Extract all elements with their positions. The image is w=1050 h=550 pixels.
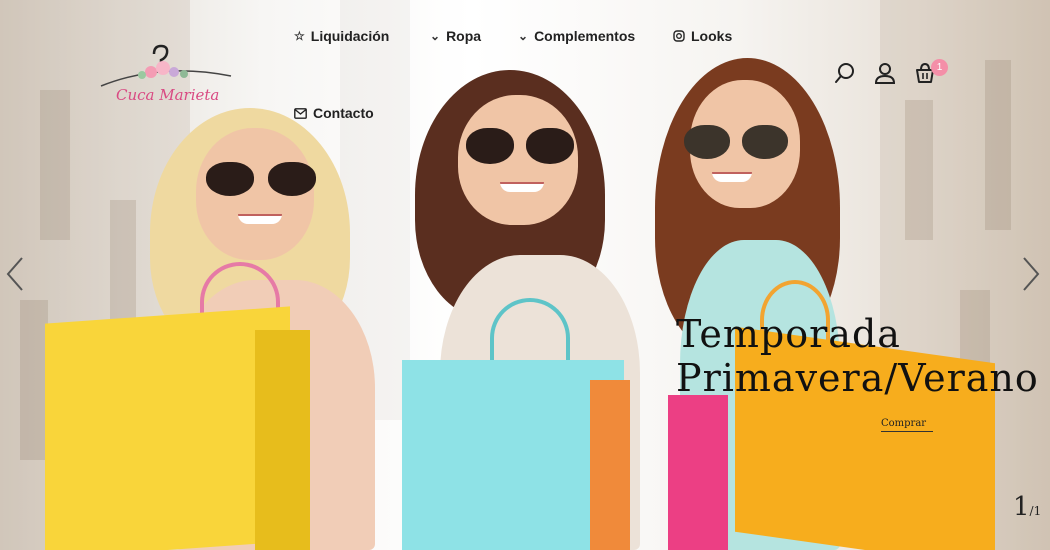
nav-label: Liquidación [310, 28, 390, 44]
nav-label: Looks [691, 28, 733, 44]
slider-next-arrow-icon[interactable] [1020, 256, 1042, 292]
nav-item-liquidacion[interactable]: ☆ Liquidación [294, 28, 389, 44]
star-icon: ☆ [294, 29, 305, 43]
envelope-icon [294, 107, 307, 119]
pager-current: 1 [1013, 492, 1030, 522]
search-icon[interactable] [834, 62, 856, 84]
slide-pager: 1/1 [1013, 492, 1041, 522]
chevron-down-icon: ⌄ [518, 29, 529, 43]
shop-now-button[interactable]: Comprar [881, 418, 933, 432]
nav-label: Contacto [313, 105, 374, 121]
nav-item-contacto[interactable]: Contacto [294, 105, 374, 121]
nav-item-looks[interactable]: Looks [673, 28, 732, 44]
slider-prev-arrow-icon[interactable] [4, 256, 26, 292]
chevron-down-icon: ⌄ [430, 29, 441, 43]
nav-label: Ropa [446, 28, 482, 44]
nav-item-complementos[interactable]: ⌄ Complementos [518, 28, 635, 44]
nav-item-ropa[interactable]: ⌄ Ropa [430, 28, 481, 44]
logo-text: Cuca Marieta [116, 86, 220, 104]
slide-title: Temporada Primavera/Verano [676, 312, 1039, 400]
nav-label: Complementos [534, 28, 636, 44]
slide-title-line2: Primavera/Verano [676, 356, 1039, 400]
instagram-icon [673, 30, 685, 42]
user-icon[interactable] [874, 62, 896, 84]
slide-title-line1: Temporada [676, 312, 901, 356]
cart-count-badge: 1 [931, 59, 948, 76]
pager-total: /1 [1029, 504, 1042, 518]
site-logo[interactable]: Cuca Marieta [96, 42, 236, 112]
